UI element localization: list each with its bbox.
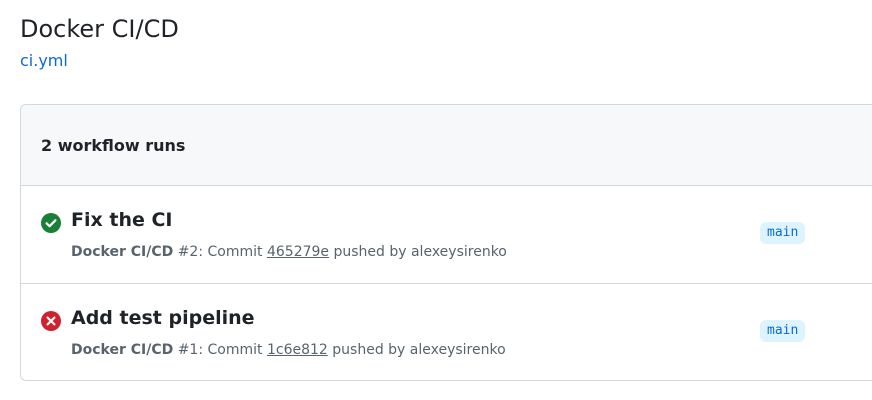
run-workflow-name: Docker CI/CD [71, 342, 174, 358]
workflow-run-row[interactable]: Add test pipeline Docker CI/CD #1: Commi… [21, 283, 872, 380]
workflow-runs-header: 2 workflow runs [21, 105, 872, 186]
run-number: #1 [177, 342, 199, 358]
run-number: #2 [177, 244, 199, 260]
branch-label[interactable]: main [760, 222, 806, 244]
workflow-run-row[interactable]: Fix the CI Docker CI/CD #2: Commit 46527… [21, 186, 872, 283]
run-title-link[interactable]: Add test pipeline [71, 305, 255, 331]
page-title: Docker CI/CD [20, 15, 179, 43]
run-commit-prefix: : Commit [198, 342, 267, 358]
run-pushed-by: pushed by alexeysirenko [327, 342, 506, 358]
workflow-page: Docker CI/CD ci.yml 2 workflow runs Fix … [0, 0, 872, 400]
run-meta: Docker CI/CD #1: Commit 1c6e812 pushed b… [71, 340, 506, 360]
run-title-link[interactable]: Fix the CI [71, 207, 173, 233]
commit-sha-link[interactable]: 1c6e812 [267, 342, 328, 358]
run-pushed-by: pushed by alexeysirenko [329, 244, 507, 260]
workflow-file-link[interactable]: ci.yml [20, 50, 68, 72]
commit-sha-link[interactable]: 465279e [267, 244, 329, 260]
run-workflow-name: Docker CI/CD [71, 244, 174, 260]
x-circle-icon [41, 311, 61, 331]
workflow-runs-count: 2 workflow runs [41, 135, 186, 155]
check-circle-icon [41, 213, 61, 233]
run-meta: Docker CI/CD #2: Commit 465279e pushed b… [71, 242, 507, 262]
branch-label[interactable]: main [760, 320, 806, 342]
run-commit-prefix: : Commit [198, 244, 267, 260]
workflow-runs-box: 2 workflow runs Fix the CI Docker CI/CD … [20, 104, 872, 381]
